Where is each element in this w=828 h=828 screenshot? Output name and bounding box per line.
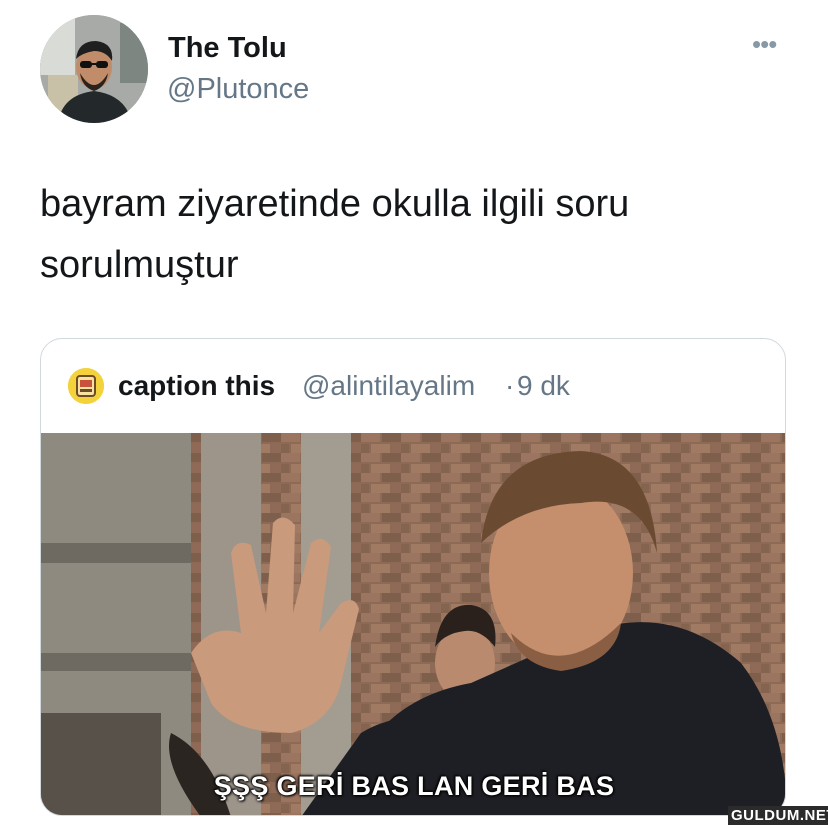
quoted-timestamp[interactable]: 9 dk bbox=[517, 370, 570, 402]
quoted-media-image[interactable]: ŞŞŞ GERİ BAS LAN GERİ BAS bbox=[41, 433, 785, 815]
site-watermark: GULDUM.NET bbox=[728, 806, 828, 825]
avatar-photo-icon bbox=[40, 15, 148, 123]
author-avatar[interactable] bbox=[40, 15, 148, 123]
quoted-tweet-header: caption this @alintilayalim · 9 dk bbox=[41, 339, 785, 433]
tweet-text: bayram ziyaretinde okulla ilgili soru so… bbox=[40, 174, 780, 296]
quoted-display-name[interactable]: caption this bbox=[118, 370, 275, 402]
quoted-handle[interactable]: @alintilayalim bbox=[302, 370, 475, 402]
more-options-icon[interactable]: ••• bbox=[752, 31, 788, 57]
tweet-text-line: bayram ziyaretinde okulla ilgili soru bbox=[40, 183, 630, 225]
author-display-name[interactable]: The Tolu bbox=[168, 32, 287, 65]
separator-dot: · bbox=[505, 370, 515, 401]
quoted-tweet-card[interactable]: caption this @alintilayalim · 9 dk ŞŞŞ G… bbox=[40, 338, 786, 816]
author-handle[interactable]: @Plutonce bbox=[167, 73, 309, 106]
movie-scene-image bbox=[41, 433, 785, 815]
quoted-avatar[interactable] bbox=[68, 368, 104, 404]
tweet-text-line: sorulmuştur bbox=[40, 244, 239, 286]
quoted-avatar-icon bbox=[68, 368, 104, 404]
media-subtitle: ŞŞŞ GERİ BAS LAN GERİ BAS bbox=[213, 771, 615, 801]
